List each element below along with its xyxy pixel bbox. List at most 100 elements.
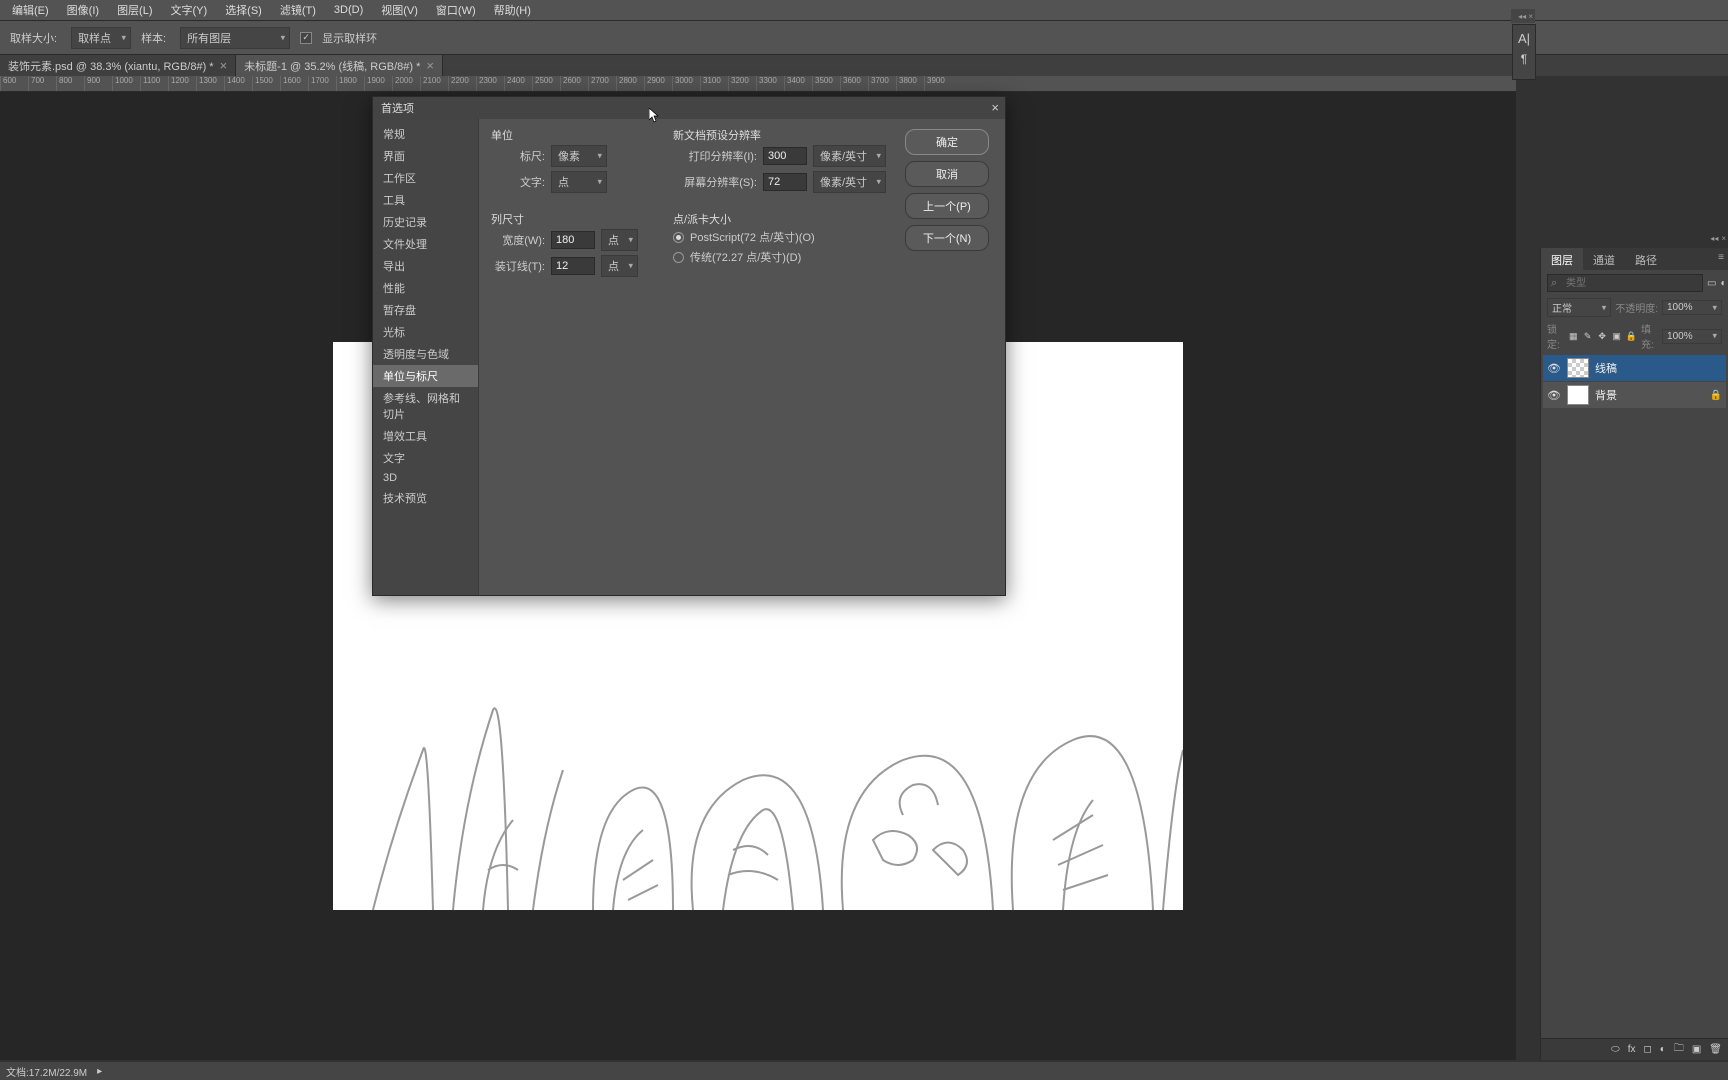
character-icon[interactable]: A| — [1518, 31, 1530, 46]
dialog-nav-item-3[interactable]: 工具 — [373, 189, 478, 211]
dialog-nav-item-9[interactable]: 光标 — [373, 321, 478, 343]
character-panel-collapsed[interactable]: ◂◂ × A| ¶ — [1512, 24, 1536, 80]
sample-select[interactable]: 所有图层 — [180, 27, 290, 49]
ruler-tick: 2900 — [644, 76, 672, 91]
dialog-nav-item-14[interactable]: 文字 — [373, 447, 478, 469]
show-ring-checkbox[interactable]: ✓ — [300, 32, 312, 44]
menu-filter[interactable]: 滤镜(T) — [272, 0, 324, 20]
delete-layer-icon[interactable]: 🗑 — [1709, 1044, 1722, 1055]
doc-tab-1[interactable]: 未标题-1 @ 35.2% (线稿, RGB/8#) * × — [236, 55, 443, 76]
paragraph-icon[interactable]: ¶ — [1521, 52, 1527, 66]
dialog-nav-item-12[interactable]: 参考线、网格和切片 — [373, 387, 478, 425]
layer-name[interactable]: 背景 — [1595, 387, 1704, 403]
ruler-tick: 3200 — [728, 76, 756, 91]
dialog-nav-item-11[interactable]: 单位与标尺 — [373, 365, 478, 387]
gutter-input[interactable] — [551, 257, 595, 275]
layer-mask-icon[interactable]: ◻ — [1643, 1044, 1651, 1055]
layer-row-1[interactable]: 👁 背景 🔒 — [1543, 382, 1726, 408]
group-icon[interactable]: 🗀 — [1674, 1041, 1684, 1058]
fill-select[interactable]: 100% — [1662, 329, 1722, 344]
dialog-nav-item-8[interactable]: 暂存盘 — [373, 299, 478, 321]
width-unit-select[interactable]: 点 — [601, 229, 638, 251]
tab-channels[interactable]: 通道 — [1583, 248, 1625, 270]
opacity-select[interactable]: 100% — [1662, 300, 1722, 315]
lock-icon[interactable]: 🔒 — [1710, 390, 1722, 401]
rulers-unit-select[interactable]: 像素 — [551, 145, 607, 167]
dialog-nav-item-0[interactable]: 常规 — [373, 123, 478, 145]
filter-adjust-icon[interactable]: ◐ — [1720, 275, 1726, 291]
menu-edit[interactable]: 编辑(E) — [4, 0, 57, 20]
screen-res-unit-select[interactable]: 像素/英寸 — [813, 171, 886, 193]
column-section: 列尺寸 宽度(W): 点 装订线(T): 点 — [491, 211, 661, 277]
dialog-nav-item-10[interactable]: 透明度与色域 — [373, 343, 478, 365]
column-title: 列尺寸 — [491, 211, 661, 227]
panel-menu-icon[interactable]: ≡ — [1718, 252, 1724, 263]
gutter-unit-select[interactable]: 点 — [601, 255, 638, 277]
dialog-nav-item-5[interactable]: 文件处理 — [373, 233, 478, 255]
dialog-nav-item-13[interactable]: 增效工具 — [373, 425, 478, 447]
prev-button[interactable]: 上一个(P) — [905, 193, 989, 219]
adjustment-layer-icon[interactable]: ◐ — [1660, 1044, 1666, 1055]
menu-type[interactable]: 文字(Y) — [163, 0, 216, 20]
dialog-nav-item-2[interactable]: 工作区 — [373, 167, 478, 189]
cancel-button[interactable]: 取消 — [905, 161, 989, 187]
type-unit-select[interactable]: 点 — [551, 171, 607, 193]
menu-window[interactable]: 窗口(W) — [428, 0, 484, 20]
dialog-nav-item-15[interactable]: 3D — [373, 469, 478, 487]
filter-image-icon[interactable]: ▭ — [1707, 275, 1716, 291]
lock-transparency-icon[interactable]: ▦ — [1568, 329, 1578, 343]
dialog-nav-item-4[interactable]: 历史记录 — [373, 211, 478, 233]
opacity-label: 不透明度: — [1615, 300, 1658, 315]
collapse-panel-icon[interactable]: ◂◂ × — [1511, 9, 1535, 23]
status-bar: 文档:17.2M/22.9M ▸ — [0, 1062, 1728, 1080]
dialog-titlebar[interactable]: 首选项 × — [373, 97, 1005, 119]
sample-size-select[interactable]: 取样点 — [71, 27, 131, 49]
lock-position-icon[interactable]: ✥ — [1597, 329, 1607, 343]
lock-pixels-icon[interactable]: ✎ — [1582, 329, 1592, 343]
menu-view[interactable]: 视图(V) — [373, 0, 426, 20]
layer-fx-icon[interactable]: fx — [1628, 1044, 1636, 1055]
lock-all-icon[interactable]: 🔒 — [1626, 329, 1637, 343]
link-layers-icon[interactable]: ⬭ — [1611, 1044, 1620, 1055]
units-section: 单位 标尺: 像素 文字: 点 — [491, 127, 661, 193]
new-layer-icon[interactable]: ▣ — [1692, 1044, 1701, 1055]
layer-thumb[interactable] — [1567, 385, 1589, 405]
doc-tab-0[interactable]: 装饰元素.psd @ 38.3% (xiantu, RGB/8#) * × — [0, 55, 236, 76]
tab-paths[interactable]: 路径 — [1625, 248, 1667, 270]
layer-row-0[interactable]: 👁 线稿 — [1543, 355, 1726, 381]
pica-postscript-radio[interactable] — [673, 232, 684, 243]
menu-image[interactable]: 图像(I) — [59, 0, 107, 20]
sample-label: 样本: — [141, 30, 166, 46]
print-res-input[interactable] — [763, 147, 807, 165]
dialog-nav-item-1[interactable]: 界面 — [373, 145, 478, 167]
menu-select[interactable]: 选择(S) — [217, 0, 270, 20]
screen-res-input[interactable] — [763, 173, 807, 191]
width-input[interactable] — [551, 231, 595, 249]
layer-name[interactable]: 线稿 — [1595, 360, 1722, 376]
next-button[interactable]: 下一个(N) — [905, 225, 989, 251]
panel-collapse-icon[interactable]: ◂◂× — [1710, 234, 1726, 243]
layer-thumb[interactable] — [1567, 358, 1589, 378]
dialog-nav-item-7[interactable]: 性能 — [373, 277, 478, 299]
menu-layer[interactable]: 图层(L) — [109, 0, 160, 20]
ruler-tick: 700 — [28, 76, 56, 91]
tab-layers[interactable]: 图层 — [1541, 248, 1583, 270]
visibility-icon[interactable]: 👁 — [1547, 389, 1561, 402]
gutter-label: 装订线(T): — [491, 258, 545, 274]
dialog-nav-item-6[interactable]: 导出 — [373, 255, 478, 277]
lock-artboard-icon[interactable]: ▣ — [1611, 329, 1621, 343]
menu-3d[interactable]: 3D(D) — [326, 2, 371, 18]
blend-mode-select[interactable]: 正常 — [1547, 298, 1611, 317]
visibility-icon[interactable]: 👁 — [1547, 362, 1561, 375]
menu-help[interactable]: 帮助(H) — [486, 0, 539, 20]
units-title: 单位 — [491, 127, 661, 143]
dialog-close-icon[interactable]: × — [991, 100, 999, 115]
doc-tab-1-close-icon[interactable]: × — [426, 58, 434, 73]
layer-filter-input[interactable] — [1547, 274, 1703, 292]
print-res-unit-select[interactable]: 像素/英寸 — [813, 145, 886, 167]
ok-button[interactable]: 确定 — [905, 129, 989, 155]
doc-tab-0-close-icon[interactable]: × — [220, 58, 228, 73]
dialog-nav-item-16[interactable]: 技术预览 — [373, 487, 478, 509]
pica-traditional-radio[interactable] — [673, 252, 684, 263]
status-chevron-icon[interactable]: ▸ — [97, 1066, 102, 1077]
